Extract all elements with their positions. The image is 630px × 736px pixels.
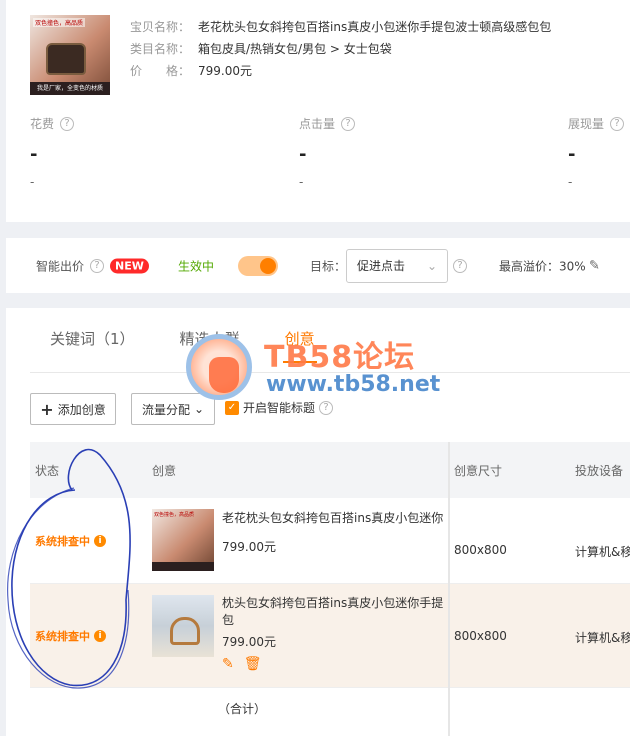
product-info: 宝贝名称： 老花枕头包女斜挎包百搭ins真皮小包迷你手提包波士顿高级感包包 类目名… bbox=[130, 16, 551, 82]
toggle-knob bbox=[260, 257, 276, 274]
help-icon[interactable]: ? bbox=[90, 258, 104, 273]
row-status-text: 系统排查中 bbox=[35, 535, 90, 548]
bag-image bbox=[46, 43, 86, 75]
smart-bid-label: 智能出价 bbox=[36, 259, 85, 273]
add-creative-label: 添加创意 bbox=[57, 402, 106, 417]
creative-title: 老花枕头包女斜挎包百搭ins真皮小包迷你 bbox=[222, 511, 444, 525]
header-size: 创意尺寸 bbox=[454, 464, 503, 478]
tab-audience[interactable]: 精选人群 bbox=[180, 328, 240, 349]
flow-allocation-label: 流量分配 bbox=[141, 402, 190, 417]
help-icon[interactable]: ? bbox=[60, 116, 75, 131]
smart-bid-toggle[interactable] bbox=[238, 255, 278, 276]
header-status: 状态 bbox=[35, 464, 60, 478]
edit-icon[interactable]: ✎ bbox=[222, 656, 234, 672]
creative-price: 799.00元 bbox=[222, 540, 276, 554]
info-icon[interactable]: i bbox=[94, 630, 106, 642]
creative-title: 枕头包女斜挎包百搭ins真皮小包迷你手提包 bbox=[222, 596, 444, 627]
product-price-label: 价 格： bbox=[130, 64, 191, 78]
product-category: 箱包皮具/热销女包/男包 > 女士包袋 bbox=[198, 42, 392, 56]
flow-allocation-dropdown[interactable]: 流量分配 ⌄ bbox=[131, 393, 215, 425]
header-creative: 创意 bbox=[152, 464, 177, 478]
info-icon[interactable]: i bbox=[94, 535, 106, 547]
metric-cost: 花费? - - bbox=[30, 115, 75, 189]
metric-clicks-sub: - bbox=[299, 175, 304, 189]
column-divider bbox=[448, 442, 450, 736]
creatives-card: 关键词（1） 精选人群 创意 + 添加创意 流量分配 ⌄ ✓ 开启智能标题 ? … bbox=[6, 308, 630, 736]
chevron-down-icon: ⌄ bbox=[193, 402, 205, 416]
chevron-down-icon: ⌄ bbox=[426, 258, 437, 273]
metric-cost-sub: - bbox=[30, 175, 35, 189]
creative-device: 计算机&移 bbox=[575, 545, 630, 559]
product-category-label: 类目名称： bbox=[130, 42, 191, 56]
creative-price: 799.00元 bbox=[222, 635, 276, 649]
table-total-row: （合计） bbox=[30, 687, 630, 727]
product-card: 双色撞色，高品质 我是厂家，全变色的材质 宝贝名称： 老花枕头包女斜挎包百搭ins… bbox=[6, 0, 630, 222]
row-actions: ✎ 🗑 bbox=[222, 656, 262, 672]
help-icon[interactable]: ? bbox=[453, 258, 467, 273]
thumbnail-tag: 双色撞色，高品质 bbox=[33, 18, 86, 27]
smart-bid-card: 智能出价 ? NEW 生效中 目标： 促进点击 ⌄ ? 最高溢价：30% ✎ bbox=[6, 238, 630, 293]
bag-image bbox=[170, 617, 200, 645]
product-price: 799.00元 bbox=[198, 64, 252, 78]
tab-bar: 关键词（1） 精选人群 创意 bbox=[50, 328, 317, 363]
product-name-label: 宝贝名称： bbox=[130, 20, 191, 34]
edit-icon[interactable]: ✎ bbox=[589, 258, 600, 273]
smart-title-checkbox[interactable]: ✓ 开启智能标题 ? bbox=[225, 399, 334, 416]
tab-keywords[interactable]: 关键词（1） bbox=[50, 328, 135, 349]
target-select-value: 促进点击 bbox=[357, 259, 406, 273]
metric-clicks-value: - bbox=[299, 144, 307, 165]
table-row: 系统排查中 i 双色撞色，高品质 老花枕头包女斜挎包百搭ins真皮小包迷你 79… bbox=[30, 498, 630, 584]
tab-creatives[interactable]: 创意 bbox=[282, 328, 317, 363]
help-icon[interactable]: ? bbox=[319, 400, 334, 415]
metric-impressions-value: - bbox=[568, 144, 576, 165]
help-icon[interactable]: ? bbox=[610, 116, 625, 131]
creative-device: 计算机&移 bbox=[575, 631, 630, 645]
metric-clicks-label: 点击量 bbox=[299, 117, 336, 131]
table-row: 系统排查中 i 枕头包女斜挎包百搭ins真皮小包迷你手提包 799.00元 ✎ … bbox=[30, 584, 630, 687]
metric-clicks: 点击量? - - bbox=[299, 115, 356, 189]
tab-divider bbox=[30, 372, 630, 373]
checkbox-checked-icon: ✓ bbox=[225, 400, 239, 415]
smart-title-label: 开启智能标题 bbox=[243, 401, 316, 415]
header-device: 投放设备 bbox=[575, 464, 624, 478]
metric-impressions-label: 展现量 bbox=[568, 117, 605, 131]
trash-icon[interactable]: 🗑 bbox=[244, 656, 262, 672]
thumbnail-bar: 我是厂家，全变色的材质 bbox=[30, 82, 110, 95]
metric-cost-label: 花费 bbox=[30, 117, 55, 131]
new-badge: NEW bbox=[110, 258, 149, 273]
total-label: （合计） bbox=[218, 702, 267, 716]
help-icon[interactable]: ? bbox=[341, 116, 356, 131]
target-label: 目标： bbox=[310, 259, 347, 273]
smart-bid-status: 生效中 bbox=[178, 259, 215, 273]
row-status-text: 系统排查中 bbox=[35, 630, 90, 643]
smart-bid-row: 智能出价 ? NEW 生效中 目标： 促进点击 ⌄ ? 最高溢价：30% ✎ bbox=[6, 238, 630, 293]
product-thumbnail[interactable]: 双色撞色，高品质 我是厂家，全变色的材质 bbox=[30, 15, 110, 95]
creative-size: 800x800 bbox=[454, 629, 507, 643]
add-creative-button[interactable]: + 添加创意 bbox=[30, 393, 116, 425]
thumbnail-bar bbox=[152, 562, 214, 571]
plus-icon: + bbox=[40, 399, 54, 419]
row-status: 系统排查中 i bbox=[35, 628, 106, 644]
creative-thumbnail[interactable] bbox=[152, 595, 214, 657]
table-header: 状态 创意 创意尺寸 投放设备 bbox=[30, 442, 630, 498]
metric-cost-value: - bbox=[30, 144, 38, 165]
creative-size: 800x800 bbox=[454, 543, 507, 557]
creative-thumbnail[interactable]: 双色撞色，高品质 bbox=[152, 509, 214, 571]
product-name: 老花枕头包女斜挎包百搭ins真皮小包迷你手提包波士顿高级感包包 bbox=[198, 20, 552, 34]
max-premium: 最高溢价：30% bbox=[499, 259, 586, 273]
metric-impressions: 展现量? - - bbox=[568, 115, 625, 189]
row-status: 系统排查中 i bbox=[35, 533, 106, 549]
metric-impressions-sub: - bbox=[568, 175, 573, 189]
thumbnail-tag: 双色撞色，高品质 bbox=[154, 512, 195, 518]
target-select[interactable]: 促进点击 ⌄ bbox=[346, 248, 448, 283]
